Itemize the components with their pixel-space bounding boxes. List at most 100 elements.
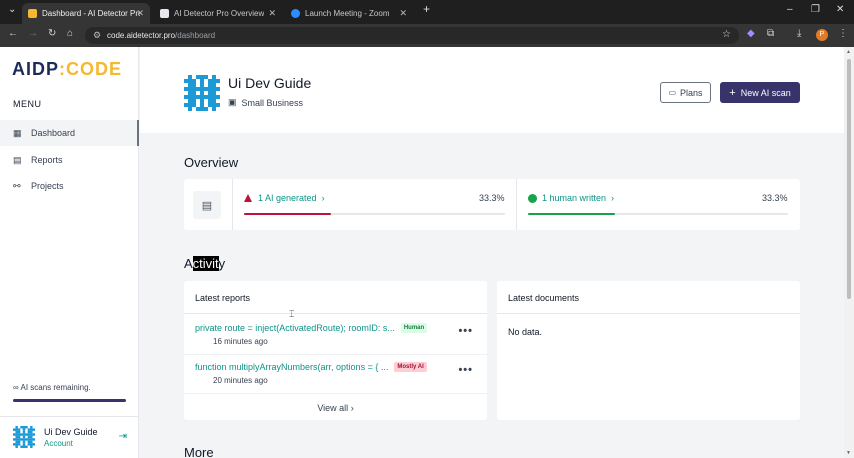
new-tab-icon[interactable]: + — [423, 2, 430, 16]
site-info-icon[interactable]: ⚙ — [93, 30, 101, 41]
ai-percentage: 33.3% — [479, 193, 505, 203]
calendar-icon: ▭ — [668, 88, 677, 97]
sidebar-item-projects[interactable]: ⚯ Projects — [0, 173, 139, 199]
status-dot-icon — [528, 193, 537, 203]
status-badge: Human — [400, 323, 428, 333]
report-item[interactable]: function multiplyArrayNumbers(arr, optio… — [195, 362, 475, 385]
profile-avatar[interactable]: P — [816, 29, 828, 41]
home-icon[interactable]: ⌂ — [67, 28, 73, 39]
account-avatar — [13, 426, 35, 448]
text-cursor-icon: ⌶ — [289, 309, 295, 319]
divider — [184, 313, 487, 314]
sidebar-item-label: Dashboard — [31, 128, 76, 138]
back-icon[interactable]: ← — [8, 28, 18, 39]
plans-button[interactable]: ▭ Plans — [660, 82, 711, 103]
page-title: Ui Dev Guide — [228, 75, 312, 91]
report-snippet[interactable]: function multiplyArrayNumbers(arr, optio… — [195, 362, 388, 372]
browser-tab-overview[interactable]: AI Detector Pro Overview ✕ — [154, 3, 282, 24]
warning-triangle-icon — [244, 194, 252, 202]
divider — [184, 354, 487, 355]
favicon-icon — [160, 9, 169, 18]
ai-generated-link[interactable]: 1 AI generated › — [244, 193, 325, 203]
building-icon: ▣ — [228, 97, 237, 107]
view-all-link[interactable]: View all › — [184, 403, 487, 413]
grid-icon: ▦ — [13, 127, 22, 138]
scroll-down-icon[interactable]: ▼ — [846, 450, 851, 456]
ai-progress-fill — [244, 213, 331, 215]
chevron-right-icon: › — [321, 193, 325, 203]
empty-state-text: No data. — [508, 327, 543, 337]
new-ai-scan-button[interactable]: + New AI scan — [720, 82, 800, 103]
plan-subtitle: ▣ Small Business — [228, 97, 304, 108]
sidebar-item-label: Projects — [31, 181, 64, 191]
scroll-up-icon[interactable]: ▲ — [846, 49, 851, 55]
human-percentage: 33.3% — [762, 193, 788, 203]
account-link[interactable]: Account — [44, 439, 73, 448]
reload-icon[interactable]: ↻ — [48, 28, 56, 39]
report-snippet[interactable]: private route = inject(ActivatedRoute); … — [195, 323, 395, 333]
close-tab-icon[interactable]: ✕ — [268, 8, 276, 19]
human-written-link[interactable]: 1 human written › — [528, 193, 614, 203]
restore-icon[interactable]: ❐ — [811, 4, 820, 15]
favicon-icon — [28, 9, 37, 18]
close-tab-icon[interactable]: ✕ — [399, 8, 407, 19]
sidebar: AIDP:CODE MENU ▦ Dashboard ▤ Reports ⚯ P… — [0, 47, 139, 458]
divider — [232, 179, 233, 230]
page-scrollbar[interactable]: ▲ ▼ — [844, 47, 854, 458]
scrollbar-thumb[interactable] — [847, 59, 851, 299]
app-logo[interactable]: AIDP:CODE — [12, 59, 122, 80]
report-item[interactable]: private route = inject(ActivatedRoute); … — [195, 323, 475, 346]
tab-list-icon[interactable]: ⌄ — [8, 4, 16, 15]
extensions-puzzle-icon[interactable]: ⧉ — [767, 28, 774, 39]
report-time: 16 minutes ago — [213, 337, 268, 346]
page-header: Ui Dev Guide ▣ Small Business ▭ Plans + … — [140, 47, 844, 133]
latest-documents-card: Latest documents No data. — [497, 281, 800, 420]
extension-icon[interactable]: ◆ — [747, 28, 755, 39]
more-options-icon[interactable]: ••• — [458, 325, 473, 337]
main-content: Ui Dev Guide ▣ Small Business ▭ Plans + … — [140, 47, 844, 458]
close-tab-icon[interactable]: ✕ — [136, 8, 144, 19]
latest-reports-title: Latest reports — [195, 293, 251, 303]
more-options-icon[interactable]: ••• — [458, 364, 473, 376]
download-icon[interactable]: ⤓ — [797, 28, 801, 39]
human-progress-fill — [528, 213, 615, 215]
sidebar-item-dashboard[interactable]: ▦ Dashboard — [0, 120, 139, 146]
status-badge: Mostly AI — [394, 362, 427, 372]
team-avatar — [184, 75, 220, 111]
scans-progress-bar — [13, 399, 126, 402]
url-host: code.aidetector.pro — [107, 31, 176, 40]
account-section[interactable]: Ui Dev Guide Account ⇥ — [0, 416, 139, 458]
report-time: 20 minutes ago — [213, 376, 268, 385]
scans-remaining-text: ∞ AI scans remaining. — [13, 383, 91, 392]
minimize-icon[interactable]: – — [787, 4, 793, 15]
overview-heading: Overview — [184, 155, 239, 170]
chevron-right-icon: › — [611, 193, 615, 203]
browser-navbar: ← → ↻ ⌂ ⚙ code.aidetector.pro/dashboard … — [0, 24, 854, 47]
document-icon: ▤ — [193, 191, 221, 219]
forward-icon[interactable]: → — [28, 28, 38, 39]
chevron-right-icon: › — [350, 403, 354, 413]
browser-tab-dashboard[interactable]: Dashboard - AI Detector Pro Co ✕ — [22, 3, 150, 24]
projects-icon: ⚯ — [13, 180, 21, 191]
ai-progress-track — [244, 213, 505, 215]
sidebar-item-label: Reports — [31, 155, 63, 165]
bookmark-star-icon[interactable]: ☆ — [722, 29, 731, 40]
plus-icon: + — [729, 86, 736, 99]
close-window-icon[interactable]: ✕ — [836, 4, 844, 15]
browser-tabbar: ⌄ Dashboard - AI Detector Pro Co ✕ AI De… — [0, 0, 854, 24]
divider — [184, 393, 487, 394]
overview-card: ▤ 1 AI generated › 33.3% 1 human written… — [184, 179, 800, 230]
menu-heading: MENU — [13, 99, 42, 109]
sidebar-item-reports[interactable]: ▤ Reports — [0, 147, 139, 173]
divider — [497, 313, 800, 314]
browser-tab-zoom[interactable]: Launch Meeting - Zoom ✕ — [285, 3, 413, 24]
latest-documents-title: Latest documents — [508, 293, 580, 303]
logout-icon[interactable]: ⇥ — [119, 431, 127, 442]
address-bar[interactable]: ⚙ code.aidetector.pro/dashboard ☆ — [85, 27, 739, 44]
browser-menu-icon[interactable]: ⋮ — [838, 28, 848, 39]
zoom-favicon-icon — [291, 9, 300, 18]
human-progress-track — [528, 213, 788, 215]
url-path: /dashboard — [175, 31, 216, 40]
account-name: Ui Dev Guide — [44, 427, 98, 437]
activity-heading: Activity — [184, 256, 226, 271]
